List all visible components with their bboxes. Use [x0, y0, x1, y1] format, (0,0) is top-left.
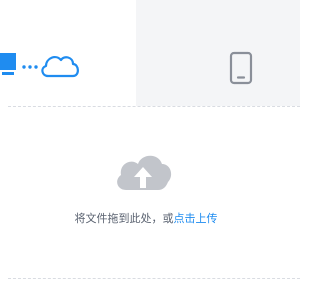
upload-panel: 将文件拖到此处，或点击上传 [0, 0, 300, 300]
file-drop-zone[interactable]: 将文件拖到此处，或点击上传 [8, 107, 300, 278]
cloud-upload-icon [117, 155, 172, 190]
tablet-icon [229, 51, 253, 85]
click-to-upload-link[interactable]: 点击上传 [174, 212, 218, 225]
upload-prompt-text: 将文件拖到此处，或 [74, 212, 174, 225]
upload-area-bottom-border [8, 278, 300, 279]
upload-hint: 将文件拖到此处，或点击上传 [8, 210, 284, 226]
upload-mode-tabs [0, 0, 300, 106]
tab-mobile-upload[interactable] [136, 0, 300, 106]
computer-to-cloud-icon [0, 53, 79, 78]
tab-computer-upload[interactable] [0, 0, 136, 106]
